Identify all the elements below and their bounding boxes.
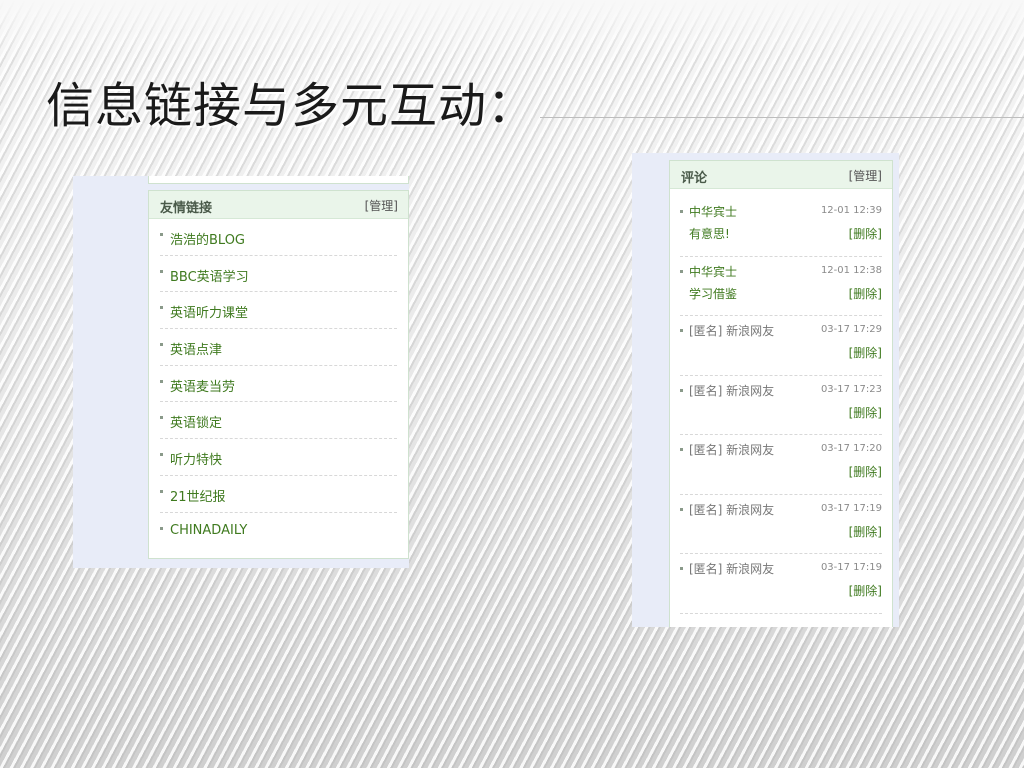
link-item: 英语听力课堂 [160,292,397,330]
comment-time: 03-17 17:29 [820,324,882,335]
delete-comment-link[interactable]: [删除] [849,344,882,361]
link-item: 英语锁定 [160,402,397,440]
link-item: 英语麦当劳 [160,366,397,403]
friend-links-widget: 友情链接 [管理] 浩浩的BLOG BBC英语学习 英语听力课堂 英语点津 英语… [148,190,409,559]
bullet-icon [680,388,683,392]
delete-comment-link[interactable]: [删除] [849,285,882,302]
link-item: 听力特快 [160,439,397,476]
bullet-icon [680,448,683,451]
link-item: 英语点津 [160,329,397,366]
delete-comment-link[interactable]: [删除] [849,404,882,421]
bullet-icon [160,453,163,457]
link-label[interactable]: 英语点津 [170,339,222,358]
bullet-icon [680,567,683,570]
comment-item: [匿名] 新浪网友 03-17 17:20 [删除] [680,435,882,495]
bullet-icon [160,489,163,493]
friend-links-list: 浩浩的BLOG BBC英语学习 英语听力课堂 英语点津 英语麦当劳 英语锁定 听… [149,219,408,549]
bullet-icon [680,507,683,511]
title-divider [540,117,1024,118]
bullet-icon [160,343,163,347]
comment-author[interactable]: 中华宾士 [689,203,737,220]
comment-item: [匿名] 新浪网友 03-17 17:19 [删除] [680,495,882,554]
comment-time: 03-17 17:19 [820,502,882,514]
comment-author[interactable]: 中华宾士 [689,263,737,280]
bullet-icon [680,269,683,273]
comment-author: [匿名] 新浪网友 [689,443,775,457]
comments-widget: 评论 [管理] 中华宾士 12-01 12:39 有意思! [删除] 中华宾士 … [669,160,893,627]
comment-time: 12-01 12:39 [820,205,882,216]
delete-comment-link[interactable]: [删除] [849,523,882,540]
bullet-icon [160,526,163,530]
delete-comment-link[interactable]: [删除] [849,582,882,599]
link-label[interactable]: BBC英语学习 [170,266,249,285]
comments-manage-link[interactable]: [管理] [849,167,882,184]
link-label[interactable]: 21世纪报 [170,486,226,505]
comments-screenshot: 评论 [管理] 中华宾士 12-01 12:39 有意思! [删除] 中华宾士 … [632,153,899,627]
comment-time: 12-01 12:38 [820,264,882,276]
links-screenshot: 友情链接 [管理] 浩浩的BLOG BBC英语学习 英语听力课堂 英语点津 英语… [73,176,409,568]
comment-item: 中华宾士 12-01 12:38 学习借鉴 [删除] [680,257,882,316]
link-item: CHINADAILY [160,513,397,550]
comment-author: [匿名] 新浪网友 [689,502,775,517]
link-label[interactable]: 听力特快 [170,449,222,468]
friend-links-header: 友情链接 [管理] [149,191,408,219]
delete-comment-link[interactable]: [删除] [849,225,882,242]
comment-author: [匿名] 新浪网友 [689,324,775,338]
bullet-icon [160,233,163,236]
comment-author: [匿名] 新浪网友 [689,562,775,576]
comment-item: [匿名] 新浪网友 03-17 17:19 [删除] [680,554,882,614]
slide-title: 信息链接与多元互动： [46,78,537,134]
comment-item: [匿名] 新浪网友 03-17 17:29 [删除] [680,316,882,376]
comment-text[interactable]: 学习借鉴 [689,285,737,302]
bullet-icon [160,416,163,420]
link-item: BBC英语学习 [160,256,397,293]
delete-comment-link[interactable]: [删除] [849,463,882,480]
comment-text[interactable]: 有意思! [689,225,730,242]
link-item: 浩浩的BLOG [160,219,397,256]
comment-author: [匿名] 新浪网友 [689,383,775,398]
link-item: 21世纪报 [160,476,397,513]
comment-time: 03-17 17:19 [820,562,882,573]
link-label[interactable]: 英语麦当劳 [170,376,235,395]
link-label[interactable]: 浩浩的BLOG [170,229,245,248]
bullet-icon [680,329,683,332]
comment-time: 03-17 17:20 [820,443,882,454]
link-label[interactable]: CHINADAILY [170,523,247,538]
friend-links-title: 友情链接 [160,201,213,216]
link-label[interactable]: 英语听力课堂 [170,302,248,321]
links-manage-link[interactable]: [管理] [365,197,398,214]
widget-top-edge [148,176,409,184]
comment-list: 中华宾士 12-01 12:39 有意思! [删除] 中华宾士 12-01 12… [670,189,892,614]
bullet-icon [160,306,163,310]
bullet-icon [680,210,683,213]
comment-item: 中华宾士 12-01 12:39 有意思! [删除] [680,197,882,257]
comment-item: [匿名] 新浪网友 03-17 17:23 [删除] [680,376,882,435]
bullet-icon [160,379,163,383]
comment-time: 03-17 17:23 [820,383,882,395]
comments-title: 评论 [681,171,708,186]
comments-header: 评论 [管理] [670,161,892,189]
link-label[interactable]: 英语锁定 [170,412,222,431]
bullet-icon [160,269,163,273]
background-fade [0,0,1024,60]
